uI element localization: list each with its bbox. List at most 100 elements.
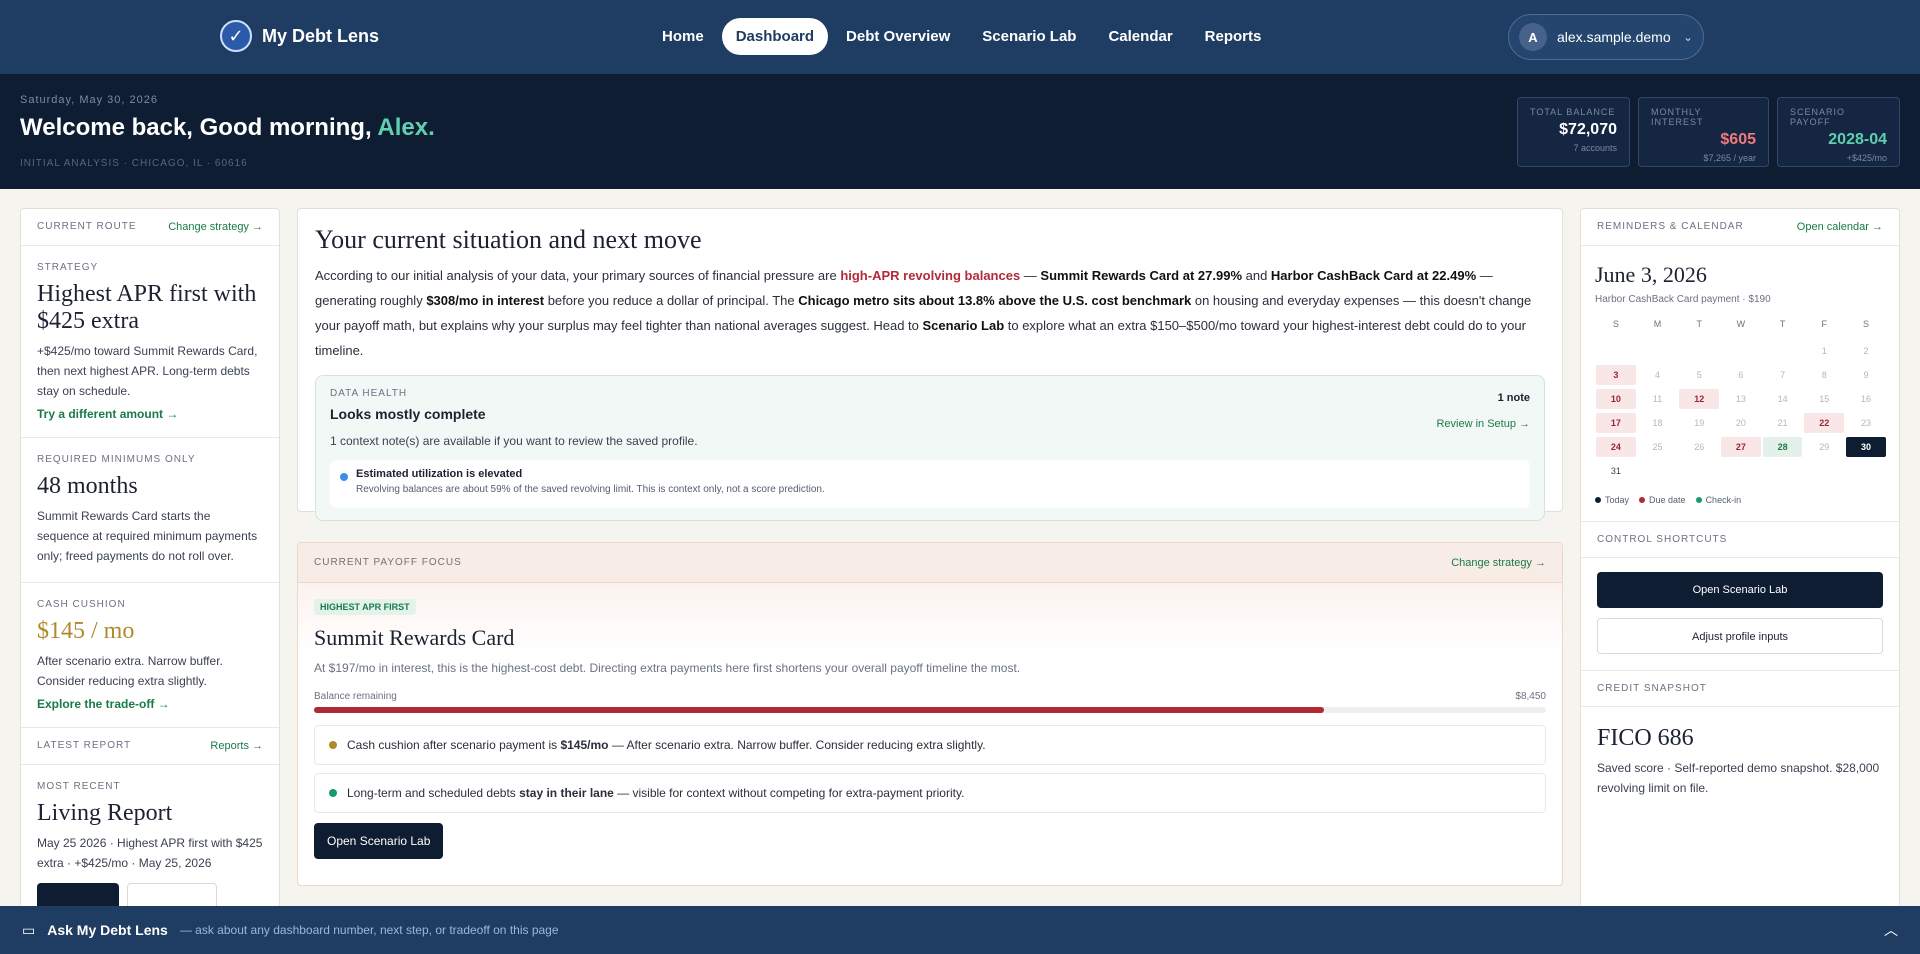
calendar-day[interactable]: 3 (1596, 365, 1636, 385)
review-in-setup-link[interactable]: Review in Setup → (1436, 418, 1530, 430)
calendar-section: June 3, 2026 Harbor CashBack Card paymen… (1581, 246, 1899, 522)
app-name: My Debt Lens (262, 25, 380, 46)
change-strategy-link[interactable]: Change strategy → (168, 221, 263, 233)
calendar-day[interactable]: 2 (1846, 341, 1886, 361)
calendar-day[interactable]: 29 (1804, 437, 1844, 457)
ask-bar[interactable]: ▭ Ask My Debt Lens — ask about any dashb… (0, 906, 1920, 954)
section-label: CREDIT SNAPSHOT (1597, 683, 1707, 694)
section-label: CURRENT ROUTE (37, 221, 137, 232)
nav-calendar[interactable]: Calendar (1094, 18, 1186, 55)
nav-reports[interactable]: Reports (1191, 18, 1276, 55)
change-strategy-link[interactable]: Change strategy → (1451, 557, 1546, 569)
reports-link[interactable]: Reports → (210, 740, 263, 752)
info-dot-icon (340, 473, 348, 481)
user-name: alex.sample.demo (1557, 29, 1671, 45)
strategy-section: STRATEGY Highest APR first with $425 ext… (21, 246, 279, 438)
calendar-day[interactable]: 18 (1638, 413, 1678, 433)
calendar-day[interactable]: 27 (1721, 437, 1761, 457)
text: According to our initial analysis of you… (315, 268, 841, 283)
legend-label: Today (1605, 495, 1630, 505)
report-secondary-button[interactable] (127, 883, 217, 907)
weekday-header: M (1653, 319, 1662, 329)
user-menu[interactable]: A alex.sample.demo ⌄ (1508, 14, 1704, 60)
calendar-day[interactable]: 9 (1846, 365, 1886, 385)
try-different-amount-link[interactable]: Try a different amount → (37, 407, 263, 421)
note-text: Revolving balances are about 59% of the … (356, 484, 825, 495)
kicker: MOST RECENT (37, 781, 121, 792)
balance-value: $8,450 (1515, 691, 1546, 702)
weekday-header: T (1696, 319, 1702, 329)
latest-report-header: LATEST REPORT Reports → (21, 728, 279, 765)
calendar-day[interactable]: 14 (1763, 389, 1803, 409)
calendar-empty (1763, 341, 1803, 361)
ask-title: Ask My Debt Lens (47, 922, 168, 938)
calendar-day[interactable]: 23 (1846, 413, 1886, 433)
calendar-day[interactable]: 26 (1679, 437, 1719, 457)
stat-label: SCENARIO PAYOFF (1790, 107, 1846, 127)
hero-subtitle: INITIAL ANALYSIS · CHICAGO, IL · 60616 (20, 158, 248, 169)
section-label: CONTROL SHORTCUTS (1597, 534, 1728, 545)
lane-bullet: Long-term and scheduled debts stay in th… (314, 773, 1546, 813)
strategy-title: Highest APR first with $425 extra (37, 281, 257, 334)
shortcuts-section: Open Scenario Lab Adjust profile inputs (1581, 558, 1899, 671)
nav-links: Home Dashboard Debt Overview Scenario La… (648, 18, 1275, 55)
balance-row: Balance remaining $8,450 (314, 691, 1546, 702)
legend-today: Today (1595, 495, 1629, 505)
calendar-day[interactable]: 25 (1638, 437, 1678, 457)
calendar-day[interactable]: 12 (1679, 389, 1720, 409)
calendar-day[interactable]: 8 (1804, 365, 1844, 385)
stat-total-balance: TOTAL BALANCE $72,070 7 accounts (1517, 97, 1630, 167)
welcome-heading: Welcome back, Good morning, Alex. (20, 114, 435, 142)
calendar-day[interactable]: 30 (1846, 437, 1886, 457)
calendar-day[interactable]: 15 (1804, 389, 1844, 409)
brand[interactable]: ✓ My Debt Lens (220, 20, 379, 52)
adjust-profile-button[interactable]: Adjust profile inputs (1597, 618, 1883, 654)
open-calendar-link[interactable]: Open calendar → (1797, 221, 1883, 233)
report-title: Living Report (37, 800, 173, 826)
nav-scenario-lab[interactable]: Scenario Lab (968, 18, 1090, 55)
calendar-day[interactable]: 7 (1763, 365, 1803, 385)
credit-text: Saved score · Self-reported demo snapsho… (1597, 761, 1880, 795)
calendar-day[interactable]: 10 (1596, 389, 1636, 409)
calendar-day[interactable]: 21 (1763, 413, 1803, 433)
calendar-day[interactable]: 4 (1638, 365, 1678, 385)
report-actions (37, 883, 263, 907)
nav-debt-overview[interactable]: Debt Overview (832, 18, 964, 55)
chevron-up-icon[interactable]: ︿ (1884, 920, 1898, 940)
calendar-day[interactable]: 11 (1638, 389, 1678, 409)
situation-title: Your current situation and next move (315, 225, 702, 254)
calendar-day[interactable]: 5 (1679, 365, 1719, 385)
calendar-day[interactable]: 24 (1596, 437, 1636, 457)
calendar-day[interactable]: 6 (1721, 365, 1761, 385)
open-report-button[interactable] (37, 883, 119, 907)
weekday-header: T (1779, 319, 1786, 329)
calendar-day[interactable]: 28 (1762, 437, 1803, 457)
calendar-day[interactable]: 13 (1721, 389, 1761, 409)
stat-note: 7 accounts (1573, 143, 1617, 153)
credit-header: CREDIT SNAPSHOT (1581, 671, 1899, 707)
text: before you reduce a dollar of principal.… (544, 293, 799, 308)
calendar-day[interactable]: 16 (1846, 389, 1886, 409)
stat-value: 2028-04 (1828, 131, 1887, 148)
open-scenario-lab-button[interactable]: Open Scenario Lab (1597, 572, 1883, 608)
calendar-day[interactable]: 17 (1596, 413, 1636, 433)
nav-dashboard[interactable]: Dashboard (721, 18, 829, 55)
shortcuts-header: CONTROL SHORTCUTS (1581, 522, 1899, 558)
calendar-day[interactable]: 22 (1804, 413, 1845, 433)
ask-subtitle: — ask about any dashboard number, next s… (179, 923, 559, 937)
calendar-day[interactable]: 20 (1721, 413, 1761, 433)
bold-text: $308/mo in interest (426, 293, 545, 308)
calendar-day[interactable]: 1 (1804, 341, 1844, 361)
text: — After scenario extra. Narrow buffer. C… (608, 738, 986, 752)
calendar-day[interactable]: 19 (1679, 413, 1719, 433)
bullet-text: Long-term and scheduled debts stay in th… (347, 786, 964, 800)
minimums-title: 48 months (37, 473, 138, 499)
bold-text: Harbor CashBack Card at 22.49% (1270, 268, 1477, 283)
greeting-text: Welcome back, Good morning, (20, 114, 378, 141)
nav-home[interactable]: Home (648, 18, 718, 55)
open-scenario-lab-button[interactable]: Open Scenario Lab (314, 823, 444, 859)
calendar-day[interactable]: 31 (1596, 461, 1636, 481)
section-label: LATEST REPORT (37, 740, 132, 751)
explore-tradeoff-link[interactable]: Explore the trade-off → (37, 697, 263, 711)
strategy-badge: HIGHEST APR FIRST (314, 599, 416, 615)
